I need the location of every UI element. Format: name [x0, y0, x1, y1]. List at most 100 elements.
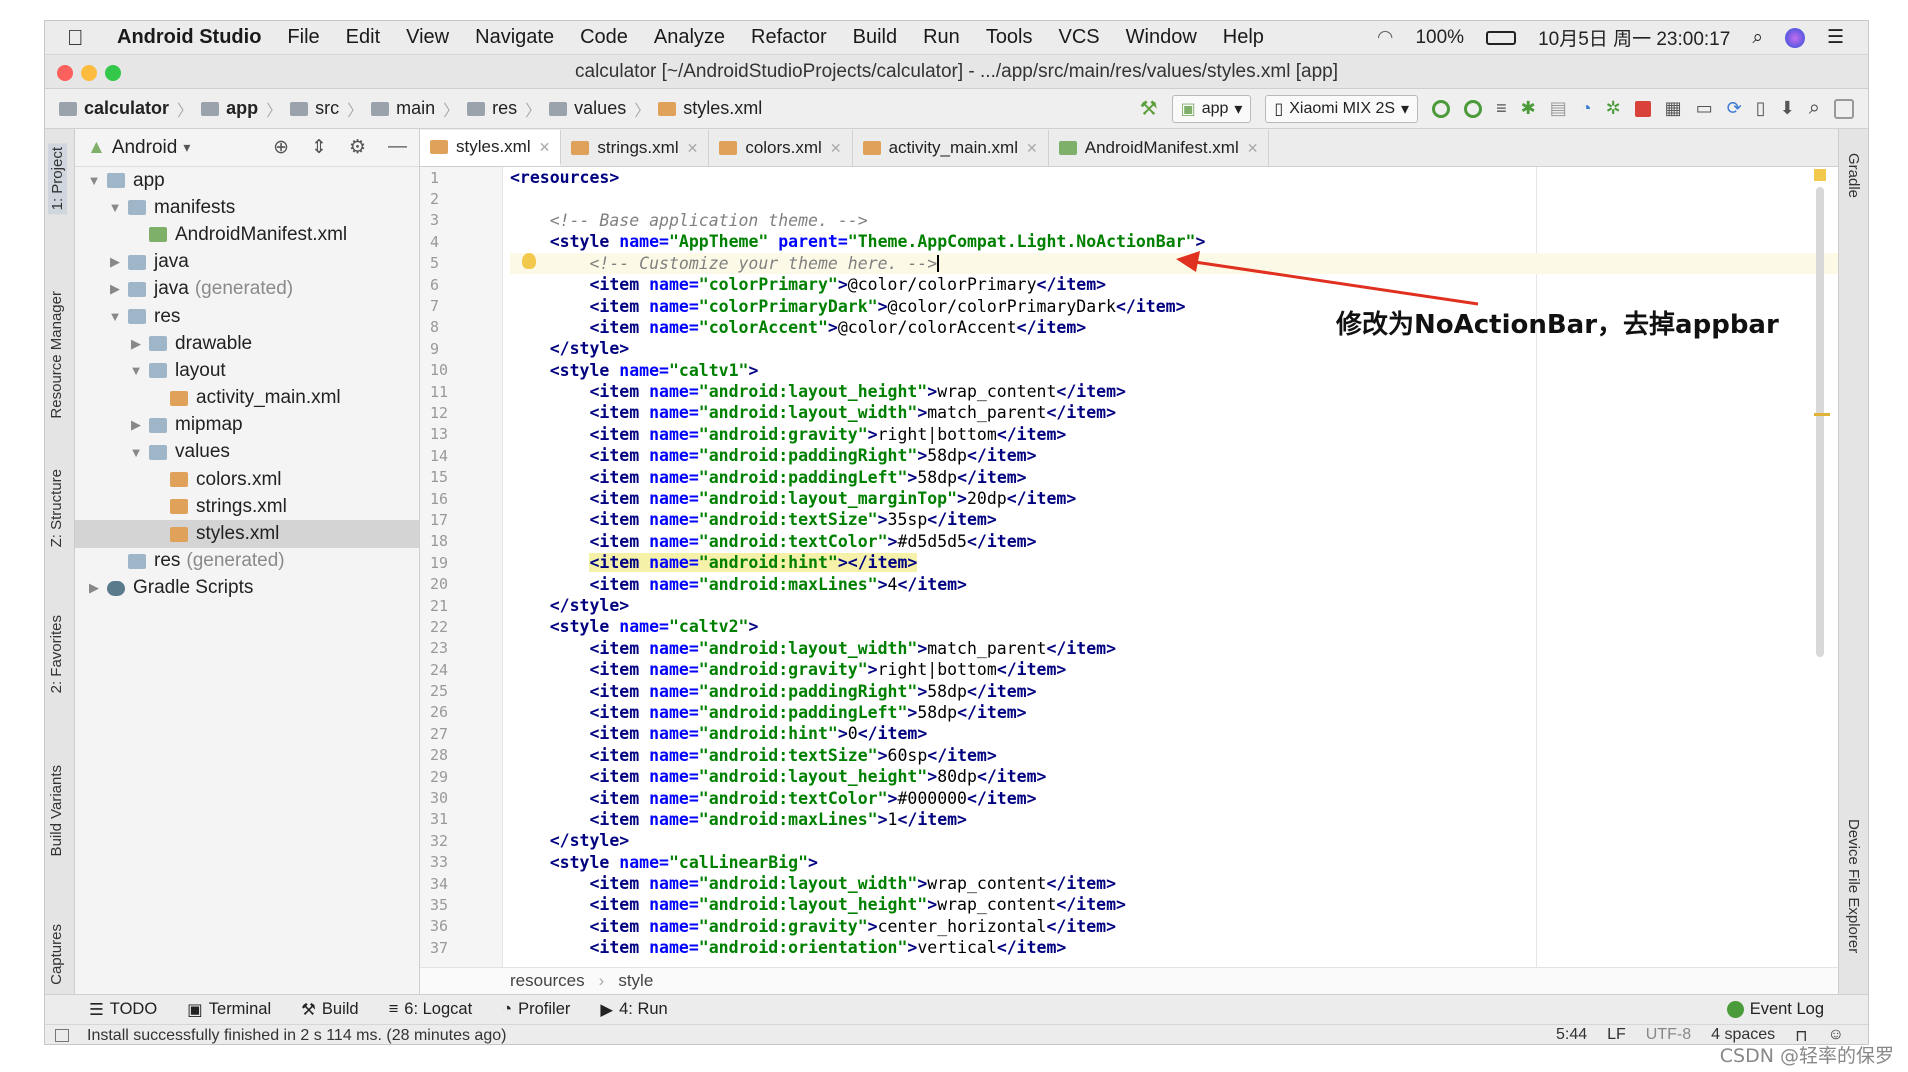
code-line[interactable]: <item name="android:orientation">vertica… — [510, 937, 1838, 958]
breadcrumb-item[interactable]: calculator 〉 — [59, 97, 193, 121]
code-line[interactable]: <item name="android:hint"></item> — [510, 552, 1838, 573]
tree-node[interactable]: ▼ res — [75, 303, 419, 330]
notification-center-icon[interactable]: ☰ — [1827, 26, 1844, 49]
menu-help[interactable]: Help — [1223, 26, 1264, 49]
status-panel-icon[interactable] — [55, 1029, 69, 1042]
hide-panel-icon[interactable]: — — [388, 136, 407, 159]
gear-icon[interactable]: ⚙ — [349, 136, 366, 159]
account-icon[interactable] — [1834, 98, 1854, 119]
toolwin-terminal[interactable]: ▣ Terminal — [187, 1000, 271, 1020]
profile-icon[interactable]: ◔ — [1581, 98, 1592, 119]
scrollbar[interactable] — [1816, 187, 1824, 657]
apple-icon[interactable]:  — [67, 25, 117, 51]
code-line[interactable]: <style name="calLinearBig"> — [510, 852, 1838, 873]
menu-run[interactable]: Run — [923, 26, 960, 49]
tab-project[interactable]: 1: Project — [48, 143, 67, 215]
tab-structure[interactable]: Z: Structure — [48, 469, 65, 547]
menu-edit[interactable]: Edit — [346, 26, 380, 49]
code-line[interactable]: <item name="android:paddingRight">58dp</… — [510, 680, 1838, 701]
spotlight-search-icon[interactable]: ⌕ — [1752, 27, 1763, 49]
breadcrumb-item[interactable]: values 〉 — [549, 97, 650, 121]
menu-build[interactable]: Build — [853, 26, 897, 49]
code-line[interactable]: <style name="caltv2"> — [510, 616, 1838, 637]
minimize-window-icon[interactable] — [81, 65, 97, 81]
chevron-down-icon[interactable]: ▼ — [106, 309, 124, 324]
zoom-window-icon[interactable] — [105, 65, 121, 81]
tab-activity_main-xml[interactable]: activity_main.xml ✕ — [853, 130, 1049, 166]
sdk-manager-icon[interactable]: ⬇ — [1780, 98, 1795, 119]
chevron-right-icon[interactable]: ▶ — [127, 417, 145, 433]
breadcrumb-item[interactable]: styles.xml — [658, 98, 762, 119]
code-line[interactable]: <item name="android:maxLines">4</item> — [510, 573, 1838, 594]
code-line[interactable]: <item name="android:layout_height">wrap_… — [510, 381, 1838, 402]
close-window-icon[interactable] — [57, 65, 73, 81]
code-line[interactable]: <item name="android:gravity">center_hori… — [510, 916, 1838, 937]
inspection-status-icon[interactable] — [1814, 169, 1826, 181]
search-everywhere-icon[interactable]: ⌕ — [1809, 97, 1820, 120]
tree-node[interactable]: ▶ java — [75, 249, 419, 276]
tab-captures[interactable]: Captures — [48, 924, 65, 985]
tree-node[interactable]: AndroidManifest.xml — [75, 221, 419, 248]
code-line[interactable]: </style> — [510, 338, 1838, 359]
tab-device-file-explorer[interactable]: Device File Explorer — [1845, 819, 1862, 953]
toolwin-6-logcat[interactable]: ≡ 6: Logcat — [389, 1000, 473, 1019]
device-manager-icon[interactable]: ▯ — [1756, 98, 1766, 119]
menu-vcs[interactable]: VCS — [1059, 26, 1100, 49]
code-line[interactable]: <item name="android:gravity">right|botto… — [510, 659, 1838, 680]
run-config-select[interactable]: ▣ app ▾ — [1171, 94, 1252, 123]
attach-debugger-icon[interactable]: ▤ — [1550, 98, 1567, 119]
code-line[interactable]: <item name="android:layout_width">wrap_c… — [510, 873, 1838, 894]
toolwin-4-run[interactable]: ▶ 4: Run — [600, 1000, 667, 1020]
chevron-right-icon[interactable]: ▶ — [127, 336, 145, 352]
clock[interactable]: 10月5日 周一 23:00:17 — [1538, 24, 1730, 51]
code-line[interactable]: <item name="android:gravity">right|botto… — [510, 424, 1838, 445]
code-line[interactable]: <item name="android:textColor">#000000</… — [510, 787, 1838, 808]
tree-node[interactable]: ▼ app — [75, 167, 419, 194]
code-line[interactable]: <style name="caltv1"> — [510, 360, 1838, 381]
code-line[interactable]: <!-- Customize your theme here. --> — [510, 252, 1838, 274]
run-coverage-icon[interactable]: ≡ — [1496, 98, 1507, 119]
close-icon[interactable]: ✕ — [830, 140, 842, 157]
menu-tools[interactable]: Tools — [986, 26, 1033, 49]
wifi-icon[interactable]: ◠ — [1377, 26, 1394, 49]
close-icon[interactable]: ✕ — [539, 139, 551, 156]
caret-position[interactable]: 5:44 — [1556, 1026, 1587, 1045]
code-line[interactable]: <item name="android:textSize">60sp</item… — [510, 745, 1838, 766]
chevron-down-icon[interactable]: ▼ — [127, 445, 145, 460]
code-line[interactable]: </style> — [510, 595, 1838, 616]
avd-manager-icon[interactable]: ▭ — [1696, 98, 1713, 119]
code-line[interactable]: <item name="android:layout_height">wrap_… — [510, 894, 1838, 915]
tree-node[interactable]: strings.xml — [75, 493, 419, 520]
tab-build-variants[interactable]: Build Variants — [48, 765, 65, 856]
line-separator[interactable]: LF — [1607, 1026, 1626, 1045]
code-line[interactable]: <resources> — [510, 167, 1838, 188]
tab-strings-xml[interactable]: strings.xml ✕ — [561, 130, 710, 166]
make-project-hammer-icon[interactable]: ⚒ — [1140, 96, 1158, 121]
code-line[interactable]: <item name="android:textSize">35sp</item… — [510, 509, 1838, 530]
apply-code-changes-icon[interactable] — [1464, 99, 1483, 118]
breadcrumb-item[interactable]: main 〉 — [371, 97, 459, 121]
tree-node[interactable]: ▶ Gradle Scripts — [75, 575, 419, 602]
toolwin-todo[interactable]: ☰ TODO — [89, 1000, 157, 1020]
tab-styles-xml[interactable]: styles.xml ✕ — [420, 130, 562, 166]
chevron-down-icon[interactable]: ▾ — [183, 139, 190, 156]
code-line[interactable]: <item name="android:layout_width">match_… — [510, 402, 1838, 423]
project-view-select[interactable]: Android — [112, 137, 178, 159]
file-encoding[interactable]: UTF-8 — [1646, 1026, 1691, 1045]
chevron-down-icon[interactable]: ▼ — [127, 363, 145, 378]
tree-node[interactable]: colors.xml — [75, 466, 419, 493]
sync-gradle-icon[interactable]: ⟳ — [1727, 98, 1742, 119]
tab-gradle[interactable]: Gradle — [1845, 153, 1862, 198]
tree-node[interactable]: ▶ drawable — [75, 330, 419, 357]
menu-view[interactable]: View — [406, 26, 449, 49]
tree-node[interactable]: activity_main.xml — [75, 385, 419, 412]
code-line[interactable] — [510, 188, 1838, 209]
tree-node[interactable]: ▶ mipmap — [75, 412, 419, 439]
error-stripe-mark[interactable] — [1814, 413, 1830, 416]
menu-code[interactable]: Code — [580, 26, 628, 49]
editor-breadcrumb-item[interactable]: resources — [510, 971, 585, 991]
tab-resource-manager[interactable]: Resource Manager — [48, 291, 65, 419]
code-line[interactable]: <item name="android:maxLines">1</item> — [510, 809, 1838, 830]
chevron-right-icon[interactable]: ▶ — [106, 281, 124, 297]
code-view[interactable]: 1 2 3 4 5 6 7 8 9 10 11 12 13 14 15 16 17 18 19 20 21 22 23 24 2… — [420, 167, 1838, 967]
